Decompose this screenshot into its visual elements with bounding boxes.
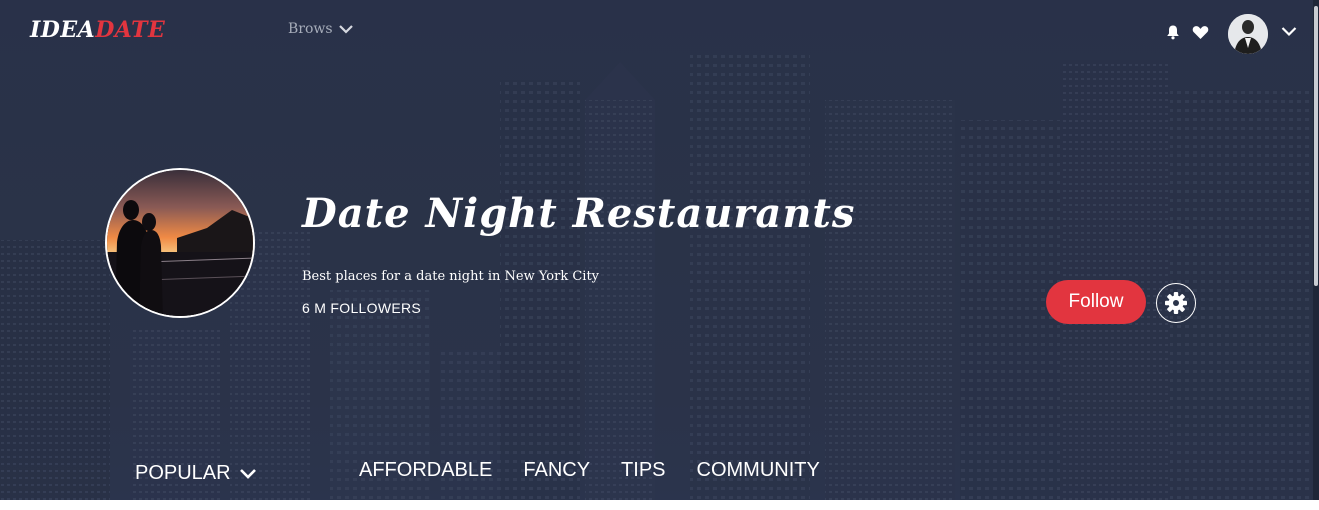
scrollbar[interactable] bbox=[1313, 0, 1319, 500]
user-menu-chevron-icon[interactable] bbox=[1281, 26, 1297, 37]
heart-icon[interactable] bbox=[1192, 25, 1209, 40]
tab-affordable[interactable]: AFFORDABLE bbox=[359, 459, 492, 482]
sort-label: POPULAR bbox=[135, 462, 231, 484]
user-avatar[interactable] bbox=[1228, 14, 1268, 54]
hero-banner: IDEADATE Brows Date Night Restaurants Be… bbox=[0, 0, 1319, 500]
logo-idea: IDEA bbox=[30, 17, 96, 43]
sort-dropdown[interactable]: POPULAR bbox=[135, 462, 257, 485]
tab-fancy[interactable]: FANCY bbox=[523, 459, 590, 482]
scrollbar-thumb[interactable] bbox=[1314, 6, 1318, 286]
gear-icon bbox=[1165, 292, 1187, 314]
browse-label: Brows bbox=[288, 21, 333, 37]
board-cover-image bbox=[105, 168, 255, 318]
logo[interactable]: IDEADATE bbox=[30, 17, 165, 43]
settings-button[interactable] bbox=[1156, 283, 1196, 323]
bell-icon[interactable] bbox=[1165, 24, 1181, 40]
browse-menu[interactable]: Brows bbox=[288, 21, 353, 37]
tab-community[interactable]: COMMUNITY bbox=[697, 459, 820, 482]
followers-count[interactable]: 6 M FOLLOWERS bbox=[302, 300, 421, 316]
chevron-down-icon bbox=[239, 468, 256, 479]
follow-button[interactable]: Follow bbox=[1046, 280, 1146, 324]
board-subnav: POPULAR AFFORDABLE FANCY TIPS COMMUNITY bbox=[0, 456, 1319, 492]
chevron-down-icon bbox=[338, 25, 353, 34]
sunset-couple-photo bbox=[107, 170, 253, 316]
category-tabs: AFFORDABLE FANCY TIPS COMMUNITY bbox=[359, 459, 820, 482]
board-title: Date Night Restaurants bbox=[302, 190, 856, 237]
board-description: Best places for a date night in New York… bbox=[302, 269, 600, 284]
user-photo bbox=[1228, 14, 1268, 54]
logo-date: DATE bbox=[95, 17, 166, 43]
tab-tips[interactable]: TIPS bbox=[621, 459, 665, 482]
